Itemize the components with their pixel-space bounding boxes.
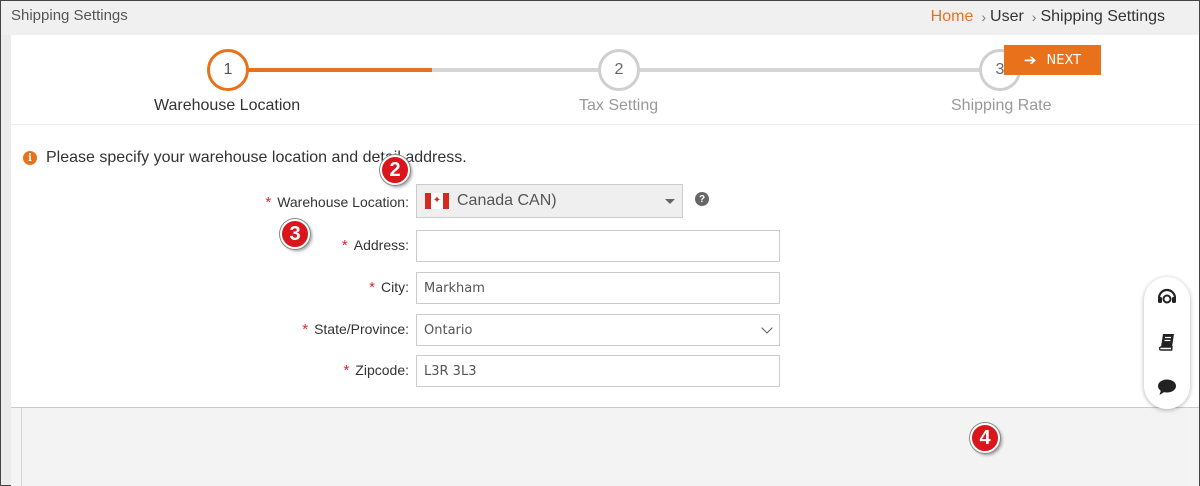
state-select[interactable]: Ontario xyxy=(416,314,780,346)
step-1-circle[interactable]: 1 xyxy=(207,49,249,91)
step-3-label: Shipping Rate xyxy=(951,97,1052,114)
breadcrumb-separator-icon: › xyxy=(981,9,987,25)
warehouse-location-select[interactable]: ✦ Canada CAN) xyxy=(416,184,683,218)
warehouse-location-label: * Warehouse Location: xyxy=(265,194,409,211)
step-2-circle[interactable]: 2 xyxy=(598,49,640,91)
callout-badge-4: 4 xyxy=(970,423,1000,453)
book-icon[interactable] xyxy=(1156,331,1178,353)
chevron-down-icon xyxy=(761,322,773,334)
address-input[interactable] xyxy=(416,230,780,262)
callout-badge-2: 2 xyxy=(380,155,410,185)
footer-inner xyxy=(21,408,1189,486)
city-label: * City: xyxy=(369,279,409,296)
next-label: NEXT xyxy=(1046,52,1082,68)
step-line-remaining xyxy=(432,68,980,72)
zipcode-input[interactable]: L3R 3L3 xyxy=(416,355,780,387)
info-circle-icon: i xyxy=(23,151,37,165)
city-row: * City: Markham xyxy=(11,272,1199,304)
zipcode-row: * Zipcode: L3R 3L3 xyxy=(11,355,1199,387)
address-label: * Address: xyxy=(341,237,409,254)
required-marker: * xyxy=(341,237,348,254)
address-row: * Address: xyxy=(11,230,1199,262)
chat-bubble-icon[interactable] xyxy=(1156,376,1178,398)
breadcrumb-separator-icon: › xyxy=(1031,9,1037,25)
callout-badge-3: 3 xyxy=(280,219,310,249)
step-1-label: Warehouse Location xyxy=(154,97,301,114)
state-value: Ontario xyxy=(424,322,473,338)
breadcrumb-user[interactable]: User xyxy=(990,8,1024,26)
required-marker: * xyxy=(343,362,350,379)
support-headset-icon[interactable] xyxy=(1156,286,1178,308)
arrow-right-icon: ➔ xyxy=(1023,51,1037,69)
next-button[interactable]: ➔ NEXT xyxy=(1004,45,1101,75)
zipcode-label: * Zipcode: xyxy=(343,362,409,379)
top-bar: Shipping Settings Home › User › Shipping… xyxy=(1,1,1199,35)
page-title: Shipping Settings xyxy=(11,7,128,24)
footer-bar xyxy=(11,407,1199,486)
question-circle-icon[interactable]: ? xyxy=(695,192,709,206)
app-frame: Shipping Settings Home › User › Shipping… xyxy=(0,0,1200,486)
canada-flag-icon: ✦ xyxy=(425,193,449,209)
warehouse-location-value: Canada CAN) xyxy=(457,192,557,209)
floating-toolbar xyxy=(1144,277,1190,409)
breadcrumb: Home › User › Shipping Settings xyxy=(931,8,1165,26)
state-label: * State/Province: xyxy=(302,321,409,338)
step-2-label: Tax Setting xyxy=(579,97,659,114)
step-line-progress xyxy=(247,68,432,72)
required-marker: * xyxy=(265,194,272,211)
breadcrumb-home[interactable]: Home xyxy=(931,8,974,26)
breadcrumb-current: Shipping Settings xyxy=(1040,8,1165,25)
warehouse-location-row: * Warehouse Location: ✦ Canada CAN) ? xyxy=(11,184,1199,219)
caret-down-icon xyxy=(665,199,675,204)
required-marker: * xyxy=(369,279,375,296)
required-marker: * xyxy=(302,321,309,338)
city-input[interactable]: Markham xyxy=(416,272,780,304)
state-row: * State/Province: Ontario xyxy=(11,314,1199,346)
